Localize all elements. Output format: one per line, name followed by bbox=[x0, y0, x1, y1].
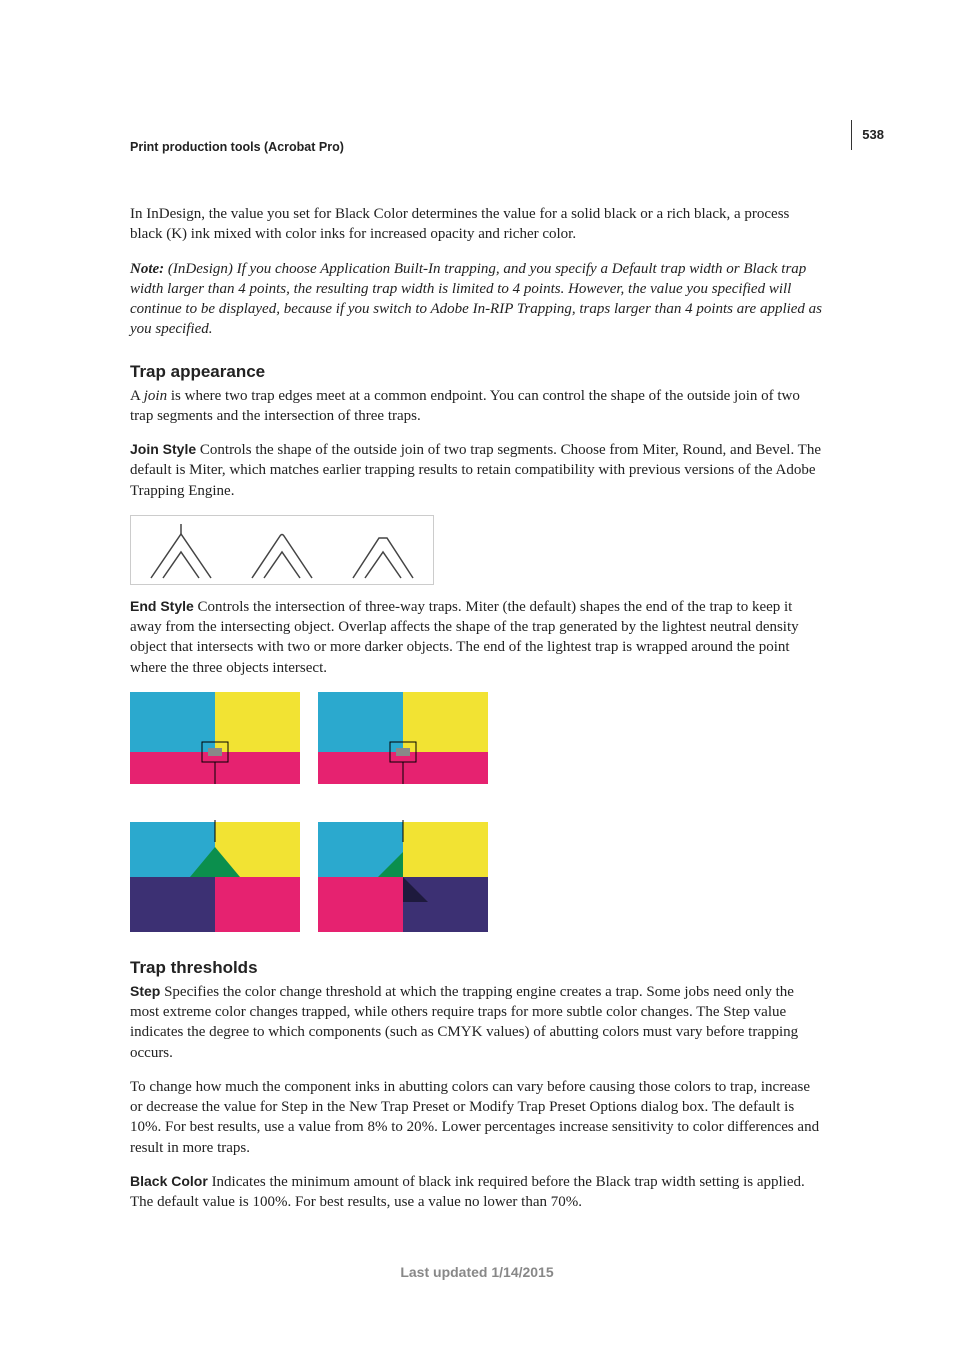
end-style-figure bbox=[130, 692, 824, 932]
black-color-body: Indicates the minimum amount of black in… bbox=[130, 1174, 805, 1210]
end-style-label: End Style bbox=[130, 598, 194, 614]
intro-paragraph: In InDesign, the value you set for Black… bbox=[130, 204, 824, 245]
end-style-overlap-panel bbox=[318, 692, 488, 932]
note-paragraph: Note: (InDesign) If you choose Applicati… bbox=[130, 259, 824, 340]
step-paragraph: Step Specifies the color change threshol… bbox=[130, 982, 824, 1063]
end-style-paragraph: End Style Controls the intersection of t… bbox=[130, 597, 824, 678]
heading-trap-appearance: Trap appearance bbox=[130, 362, 824, 382]
footer-last-updated: Last updated 1/14/2015 bbox=[0, 1264, 954, 1280]
join-style-body: Controls the shape of the outside join o… bbox=[130, 442, 821, 499]
end-style-miter-panel bbox=[130, 692, 300, 932]
note-body: (InDesign) If you choose Application Bui… bbox=[130, 261, 822, 338]
running-head: Print production tools (Acrobat Pro) bbox=[130, 140, 824, 154]
join-bevel-icon bbox=[343, 524, 423, 580]
note-label: Note: bbox=[130, 261, 164, 277]
trap-appearance-intro: A join is where two trap edges meet at a… bbox=[130, 386, 824, 427]
step-body: Specifies the color change threshold at … bbox=[130, 984, 798, 1061]
join-style-figure bbox=[130, 515, 434, 585]
step-label: Step bbox=[130, 983, 160, 999]
step-paragraph-2: To change how much the component inks in… bbox=[130, 1077, 824, 1158]
intro-pre: A bbox=[130, 388, 144, 404]
join-miter-icon bbox=[141, 524, 221, 580]
black-color-paragraph: Black Color Indicates the minimum amount… bbox=[130, 1172, 824, 1213]
page-number: 538 bbox=[862, 127, 884, 142]
join-round-icon bbox=[242, 524, 322, 580]
heading-trap-thresholds: Trap thresholds bbox=[130, 958, 824, 978]
page: 538 Print production tools (Acrobat Pro)… bbox=[0, 0, 954, 1350]
intro-em: join bbox=[144, 388, 167, 404]
join-style-label: Join Style bbox=[130, 441, 196, 457]
intro-post: is where two trap edges meet at a common… bbox=[130, 388, 800, 424]
join-style-paragraph: Join Style Controls the shape of the out… bbox=[130, 440, 824, 501]
end-style-body: Controls the intersection of three-way t… bbox=[130, 599, 799, 676]
black-color-label: Black Color bbox=[130, 1173, 208, 1189]
page-number-container: 538 bbox=[851, 120, 884, 150]
